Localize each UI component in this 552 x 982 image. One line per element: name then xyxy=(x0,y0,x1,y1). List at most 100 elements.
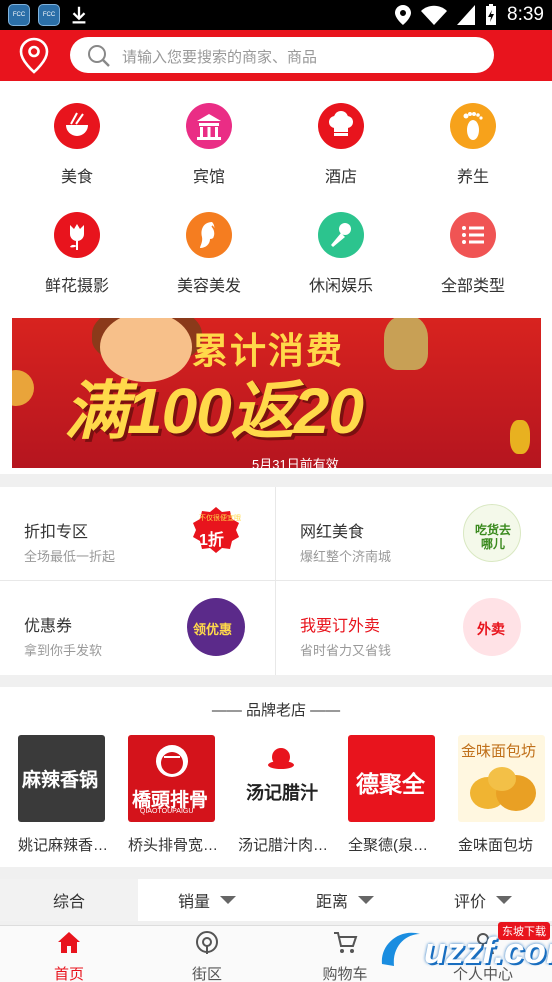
search-placeholder: 请输入您要搜索的商家、商品 xyxy=(122,49,318,66)
promo-discount-zone[interactable]: 折扣专区 全场最低一折起 1折 不仅很便宜哦 xyxy=(0,487,275,580)
brand-store-card[interactable]: 汤记腊汁 汤记腊汁肉… xyxy=(238,735,328,855)
sort-label: 综合 xyxy=(52,894,85,911)
section-title: —— 品牌老店 —— xyxy=(211,702,341,719)
store-logo: 金味面包坊 xyxy=(458,735,545,822)
category-label: 美容美发 xyxy=(176,278,241,295)
wifi-icon xyxy=(421,5,448,25)
category-wellness[interactable]: 养生 xyxy=(423,103,523,187)
promo-subtitle: 省时省力又省钱 xyxy=(300,643,392,658)
shopping-cart-icon xyxy=(334,932,358,953)
hotel-building-icon xyxy=(186,103,232,149)
coupon-badge-text: 领优惠 xyxy=(193,622,233,637)
brand-stores-section: —— 品牌老店 —— 麻辣香锅 姚记麻辣香… 橋頭排骨 QIAOTOUPAIGU… xyxy=(0,687,552,867)
search-icon xyxy=(88,45,110,67)
brand-store-card[interactable]: 麻辣香锅 姚记麻辣香… xyxy=(18,735,108,855)
microphone-icon xyxy=(318,212,364,258)
category-food[interactable]: 美食 xyxy=(27,103,127,187)
coupon-badge-icon: 领优惠 xyxy=(187,598,245,656)
tab-label: 首页 xyxy=(53,966,84,982)
category-all[interactable]: 全部类型 xyxy=(423,212,523,296)
dropdown-arrow-icon xyxy=(496,896,512,904)
dropdown-arrow-icon xyxy=(220,896,236,904)
store-logo: 德聚全 xyxy=(348,735,435,822)
promo-trending-food[interactable]: 网红美食 爆红整个济南城 吃货去哪儿 xyxy=(276,487,551,580)
brand-store-card[interactable]: 德聚全 全聚德(泉… xyxy=(348,735,438,855)
promo-subtitle: 全场最低一折起 xyxy=(24,549,116,564)
promo-subtitle: 拿到你手发软 xyxy=(24,643,103,658)
category-entertainment[interactable]: 休闲娱乐 xyxy=(291,212,391,296)
list-icon xyxy=(450,212,496,258)
download-icon xyxy=(72,6,86,24)
takeout-badge-text: 外卖 xyxy=(477,621,505,637)
discount-badge-icon: 1折 不仅很便宜哦 xyxy=(187,504,245,562)
pizza-illustration xyxy=(12,370,34,406)
promo-title: 优惠券 xyxy=(24,618,73,635)
category-beauty[interactable]: 美容美发 xyxy=(159,212,259,296)
top-header: 请输入您要搜索的商家、商品 xyxy=(0,30,552,81)
home-icon xyxy=(58,932,80,953)
banner-offer: 满100返20 xyxy=(64,375,364,447)
sort-label: 销量 xyxy=(177,894,210,911)
brand-store-card[interactable]: 金味面包坊 金味面包坊 xyxy=(458,735,548,855)
store-logo-sub: QIAOTOUPAIGU xyxy=(140,808,194,815)
category-grid: 美食 宾馆 酒店 养生 鲜花摄影 美容美发 休闲娱乐 全部类型 xyxy=(0,81,552,309)
sort-overall[interactable]: 综合 xyxy=(0,879,138,921)
bread-icon xyxy=(470,767,536,811)
store-logo-text: 汤记腊汁 xyxy=(246,783,318,803)
woman-face-icon xyxy=(186,212,232,258)
category-label: 休闲娱乐 xyxy=(308,278,373,295)
chef-hat-icon xyxy=(318,103,364,149)
tab-district[interactable]: 街区 xyxy=(138,926,276,982)
promo-coupons[interactable]: 优惠券 拿到你手发软 领优惠 xyxy=(0,581,275,674)
sort-rating[interactable]: 评价 xyxy=(414,879,552,921)
battery-icon xyxy=(486,4,497,25)
app-notification-icon: FCC xyxy=(8,4,30,26)
status-bar: FCC FCC 8:39 xyxy=(0,0,552,30)
foodie-badge-text: 吃货去哪儿 xyxy=(474,523,511,551)
site-watermark: uzzf.com 东坡下载 xyxy=(372,922,552,974)
store-logo-text: 麻辣香锅 xyxy=(22,770,99,791)
app-notification-icon: FCC xyxy=(38,4,60,26)
store-name: 桥头排骨宽… xyxy=(128,837,219,854)
location-status-icon xyxy=(395,5,412,25)
category-label: 酒店 xyxy=(324,169,357,186)
discount-badge-top: 不仅很便宜哦 xyxy=(199,515,241,522)
store-logo: 麻辣香锅 xyxy=(18,735,105,822)
sort-label: 评价 xyxy=(453,894,486,911)
promo-banner[interactable]: 累计消费 满100返20 5月31日前有效 xyxy=(12,318,541,468)
promo-title: 网红美食 xyxy=(300,524,365,541)
store-logo-text: 德聚全 xyxy=(356,771,425,797)
sort-bar: 综合 销量 距离 评价 xyxy=(0,879,552,921)
store-name: 汤记腊汁肉… xyxy=(238,837,329,854)
category-label: 全部类型 xyxy=(440,278,505,295)
watermark-tag: 东坡下载 xyxy=(498,922,550,940)
sort-distance[interactable]: 距离 xyxy=(276,879,414,921)
category-label: 鲜花摄影 xyxy=(44,278,109,295)
store-name: 全聚德(泉… xyxy=(348,837,428,854)
category-restaurant[interactable]: 酒店 xyxy=(291,103,391,187)
banner-note: 5月31日前有效 xyxy=(252,457,339,468)
category-flower-photo[interactable]: 鲜花摄影 xyxy=(27,212,127,296)
foodie-badge-icon: 吃货去哪儿 xyxy=(463,504,521,562)
tab-home[interactable]: 首页 xyxy=(0,926,138,982)
tab-label: 街区 xyxy=(191,966,222,982)
watermark-logo-icon xyxy=(381,932,420,966)
store-name: 金味面包坊 xyxy=(458,837,534,854)
sort-sales[interactable]: 销量 xyxy=(138,879,276,921)
store-name: 姚记麻辣香… xyxy=(18,837,109,854)
store-logo: 汤记腊汁 xyxy=(238,735,325,822)
signal-icon xyxy=(457,5,476,25)
pineapple-illustration xyxy=(510,420,530,454)
sort-label: 距离 xyxy=(315,894,348,911)
promo-takeout[interactable]: 我要订外卖 省时省力又省钱 外卖 xyxy=(276,581,551,674)
location-pin-icon[interactable] xyxy=(18,37,50,75)
category-hotel[interactable]: 宾馆 xyxy=(159,103,259,187)
search-bar[interactable]: 请输入您要搜索的商家、商品 xyxy=(70,37,494,73)
promo-title: 我要订外卖 xyxy=(300,618,381,635)
category-label: 宾馆 xyxy=(192,169,225,186)
brand-store-card[interactable]: 橋頭排骨 QIAOTOUPAIGU 桥头排骨宽… xyxy=(128,735,218,855)
promo-grid: 折扣专区 全场最低一折起 1折 不仅很便宜哦 网红美食 爆红整个济南城 吃货去哪… xyxy=(0,487,552,675)
dropdown-arrow-icon xyxy=(358,896,374,904)
footprint-icon xyxy=(450,103,496,149)
category-label: 养生 xyxy=(456,169,489,186)
